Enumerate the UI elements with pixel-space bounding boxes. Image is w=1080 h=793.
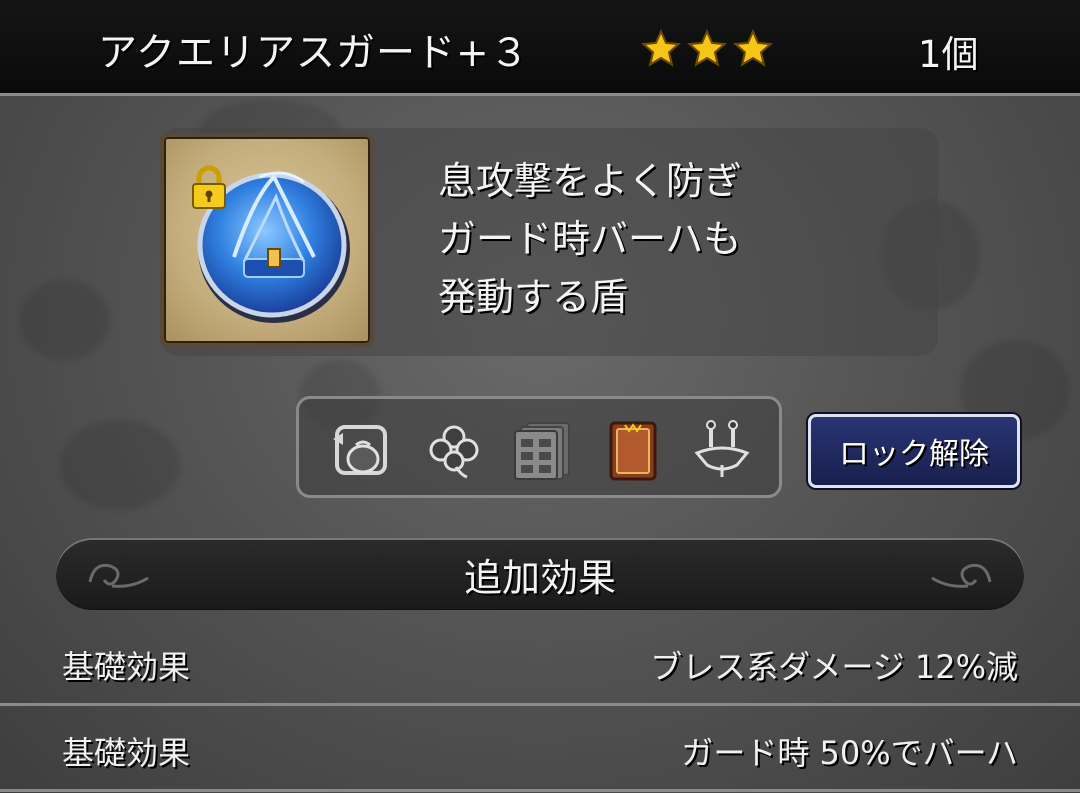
book-icon[interactable]: [601, 419, 663, 481]
item-detail-screen: アクエリアスガード+３ 1個 息攻撃をよく防ぎ ガード時バーハも 発動する盾 ロ…: [0, 0, 1080, 793]
effect-value: ガード時 50%でバーハ: [681, 734, 1018, 772]
hanger-icon[interactable]: [691, 419, 753, 481]
bg-slime-decoration: [20, 280, 110, 360]
effect-label: 基礎効果: [62, 734, 191, 772]
item-description: 息攻撃をよく防ぎ ガード時バーハも 発動する盾: [438, 159, 743, 319]
flourish-right-icon: [931, 563, 992, 588]
extra-effects-header: 追加効果: [56, 538, 1024, 610]
effect-label: 基礎効果: [62, 648, 191, 686]
item-icon-frame: [160, 133, 374, 347]
item-name: アクエリアスガード+３: [98, 31, 530, 76]
bg-leaf-decoration: [60, 420, 180, 510]
rarity-stars: [640, 28, 774, 70]
category-icons-bar: [296, 396, 782, 498]
title-bar: アクエリアスガード+３ 1個: [0, 0, 1080, 96]
clover-icon[interactable]: [423, 419, 485, 481]
effect-row: 基礎効果 ブレス系ダメージ 12%減: [0, 622, 1080, 706]
dresser-icon[interactable]: [511, 419, 573, 481]
lock-icon: [192, 165, 226, 209]
bag-icon[interactable]: [329, 419, 391, 481]
star-icon: [640, 28, 682, 67]
item-count: 1個: [918, 33, 979, 76]
star-icon: [686, 28, 728, 67]
extra-effects-title: 追加効果: [463, 555, 616, 600]
effect-value: ブレス系ダメージ 12%減: [650, 648, 1018, 686]
effect-row: 基礎効果 ガード時 50%でバーハ: [0, 708, 1080, 792]
unlock-button[interactable]: ロック解除: [808, 414, 1020, 488]
star-icon: [732, 28, 774, 67]
